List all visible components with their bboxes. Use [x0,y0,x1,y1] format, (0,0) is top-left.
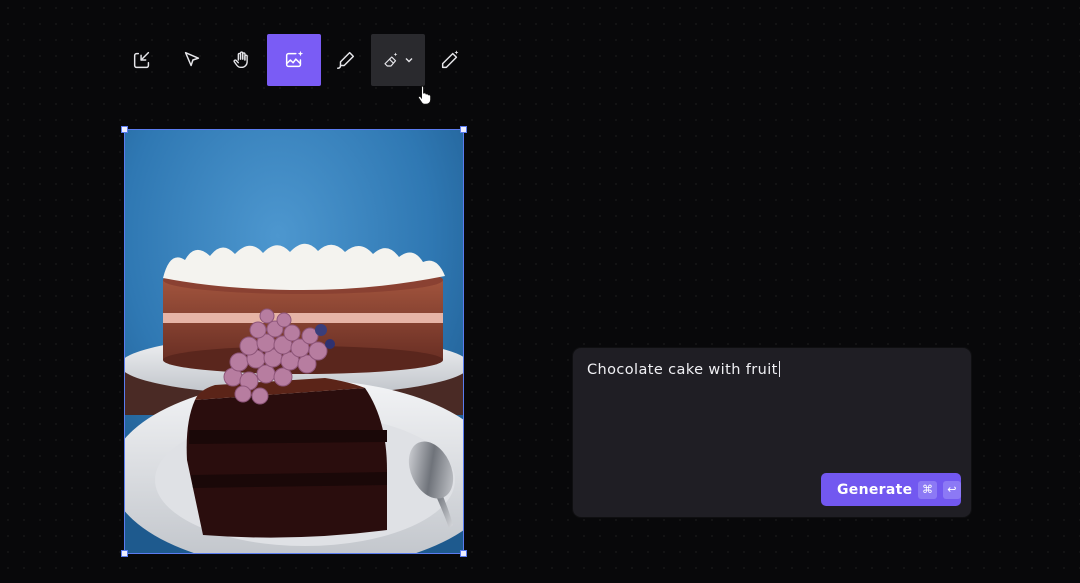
prompt-panel: Chocolate cake with fruit Generate ⌘ ↩ [573,348,971,517]
command-key-icon: ⌘ [918,480,937,499]
import-icon [133,51,150,69]
erase-tool-button[interactable] [371,34,425,86]
pencil-icon [337,51,355,69]
image-generate-tool-button[interactable] [267,34,321,86]
magic-wand-icon [441,50,459,69]
generate-button-label: Generate [837,481,913,498]
text-caret [778,361,780,377]
mouse-pointer-icon [417,85,432,105]
magic-wand-tool-button[interactable] [425,34,475,86]
enter-key-icon: ↩ [942,480,961,499]
pan-tool-button[interactable] [217,34,267,86]
resize-handle-bottom-right[interactable] [460,550,467,557]
generated-image[interactable] [125,130,463,553]
prompt-input-text: Chocolate cake with fruit [587,362,778,378]
toolbar [117,33,475,87]
image-sparkle-icon [285,50,304,68]
hand-icon [233,51,248,69]
cursor-arrow-icon [184,51,200,67]
prompt-input[interactable]: Chocolate cake with fruit [587,361,780,378]
resize-handle-bottom-left[interactable] [121,550,128,557]
generate-button[interactable]: Generate ⌘ ↩ [821,473,961,506]
eraser-sparkle-icon [384,52,398,67]
chevron-down-icon[interactable] [404,55,414,65]
import-button[interactable] [117,34,167,86]
draw-tool-button[interactable] [321,34,371,86]
canvas-image-selection[interactable] [121,126,467,557]
resize-handle-top-left[interactable] [121,126,128,133]
resize-handle-top-right[interactable] [460,126,467,133]
select-tool-button[interactable] [167,34,217,86]
